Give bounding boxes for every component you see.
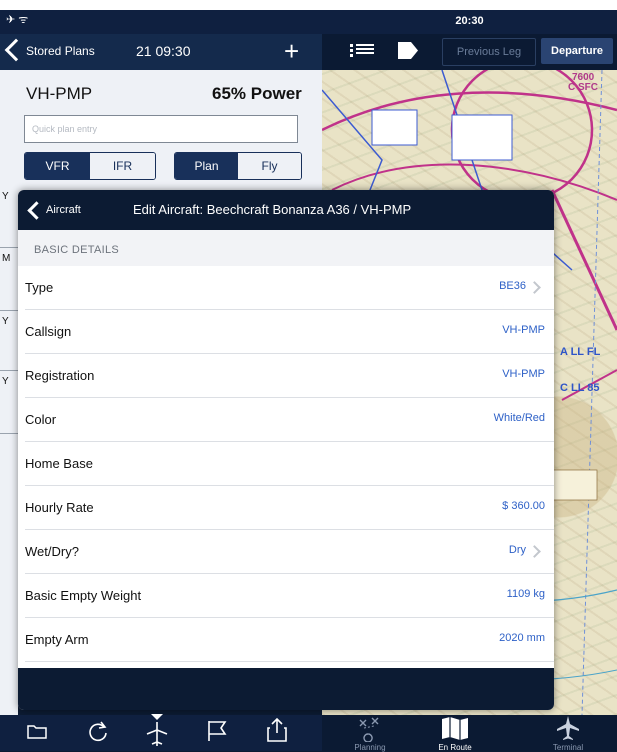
row-label: Empty Arm <box>25 632 89 647</box>
edit-aircraft-modal: Aircraft Edit Aircraft: Beechcraft Bonan… <box>18 190 554 710</box>
list-edge-letter: Y <box>2 316 9 327</box>
quick-plan-entry-input[interactable]: Quick plan entry <box>24 115 298 143</box>
plan-fly-segmented-control: Plan Fly <box>174 152 302 180</box>
flight-rules-segmented-control: VFR IFR <box>24 152 156 180</box>
list-edge-letter: M <box>2 253 11 264</box>
row-value[interactable]: 2020 mm <box>499 632 545 644</box>
stored-plans-button[interactable]: Stored Plans <box>26 44 95 58</box>
detail-row-registration[interactable]: Registration VH-PMP <box>25 354 554 398</box>
aircraft-details-list: Type BE36 Callsign VH-PMP Registration V… <box>18 266 554 662</box>
row-label: Type <box>25 280 54 295</box>
previous-leg-button[interactable]: Previous Leg <box>442 38 536 66</box>
row-value[interactable]: 1109 kg <box>507 588 545 600</box>
plan-list-edge <box>0 195 18 715</box>
row-value: BE36 <box>499 280 526 292</box>
detail-row-basic-empty-weight[interactable]: Basic Empty Weight 1109 kg <box>25 574 554 618</box>
row-label: Color <box>25 412 57 427</box>
airspace-label: C LL 85 <box>560 382 600 394</box>
airspace-label: A LL FL <box>560 346 601 358</box>
modal-footer <box>18 668 554 710</box>
row-label: Home Base <box>25 456 93 471</box>
detail-row-home-base[interactable]: Home Base <box>25 442 554 486</box>
folder-icon[interactable] <box>26 722 48 740</box>
list-edge-divider <box>0 433 18 434</box>
ifr-segment[interactable]: IFR <box>90 153 155 179</box>
top-white-bar <box>0 0 617 10</box>
status-bar-left <box>0 10 322 34</box>
row-label: Basic Empty Weight <box>25 588 142 603</box>
detail-row-wet-dry[interactable]: Wet/Dry? Dry <box>25 530 554 574</box>
add-plan-button[interactable]: + <box>284 36 299 67</box>
modal-title: Edit Aircraft: Beechcraft Bonanza A36 / … <box>133 202 412 217</box>
aircraft-registration: VH-PMP <box>26 84 93 103</box>
vfr-segment[interactable]: VFR <box>25 153 90 179</box>
list-edge-letter: Y <box>2 191 9 202</box>
detail-row-type[interactable]: Type BE36 <box>25 266 554 310</box>
row-value[interactable]: $ 360.00 <box>502 500 545 512</box>
planning-icon[interactable] <box>356 716 386 742</box>
airspace-label: C SFC <box>568 82 598 93</box>
share-icon[interactable] <box>265 717 289 743</box>
plan-timestamp: 21 09:30 <box>136 43 191 59</box>
list-edge-divider <box>0 310 18 311</box>
plan-segment[interactable]: Plan <box>175 153 238 179</box>
detail-row-hourly-rate[interactable]: Hourly Rate $ 360.00 <box>25 486 554 530</box>
departure-button[interactable]: Departure <box>541 38 613 64</box>
detail-row-callsign[interactable]: Callsign VH-PMP <box>25 310 554 354</box>
aircraft-back-button[interactable]: Aircraft <box>46 204 81 216</box>
power-setting[interactable]: 65% Power <box>212 84 302 104</box>
airplane-mode-wifi-icon: ✈ ᯤ <box>6 14 29 26</box>
row-label: Registration <box>25 368 95 383</box>
chevron-right-icon <box>528 281 541 294</box>
fly-segment[interactable]: Fly <box>238 153 301 179</box>
row-value[interactable]: VH-PMP <box>502 368 545 380</box>
detail-row-color[interactable]: Color White/Red <box>25 398 554 442</box>
airplane-icon[interactable] <box>143 714 171 748</box>
row-value[interactable]: White/Red <box>494 412 545 424</box>
section-header-label: BASIC DETAILS <box>34 244 119 256</box>
list-edge-divider <box>0 247 18 248</box>
row-label: Wet/Dry? <box>25 544 79 559</box>
detail-row-empty-arm[interactable]: Empty Arm 2020 mm <box>25 618 554 662</box>
row-value[interactable]: VH-PMP <box>502 324 545 336</box>
map-book-icon[interactable] <box>440 716 470 742</box>
row-label: Callsign <box>25 324 72 339</box>
list-icon[interactable] <box>350 42 374 58</box>
row-label: Hourly Rate <box>25 500 94 515</box>
list-edge-letter: Y <box>2 376 9 387</box>
refresh-icon[interactable] <box>86 719 110 743</box>
status-clock: 20:30 <box>455 15 484 27</box>
list-edge-divider <box>0 370 18 371</box>
flag-icon[interactable] <box>205 719 229 743</box>
chevron-right-icon <box>528 545 541 558</box>
plane-icon[interactable] <box>555 714 581 742</box>
row-value: Dry <box>508 544 526 556</box>
